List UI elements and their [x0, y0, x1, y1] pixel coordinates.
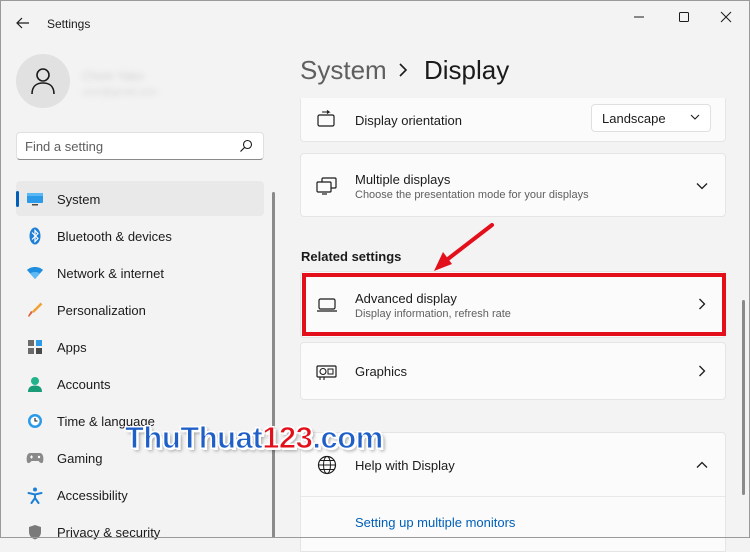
watermark-logo: ThuThuat123.com	[124, 420, 384, 456]
watermark-part2: 123	[262, 420, 314, 456]
watermark-part1: ThuThuat	[124, 420, 263, 456]
watermark-part3: .com	[312, 420, 384, 456]
annotation-arrow-icon	[434, 223, 494, 271]
